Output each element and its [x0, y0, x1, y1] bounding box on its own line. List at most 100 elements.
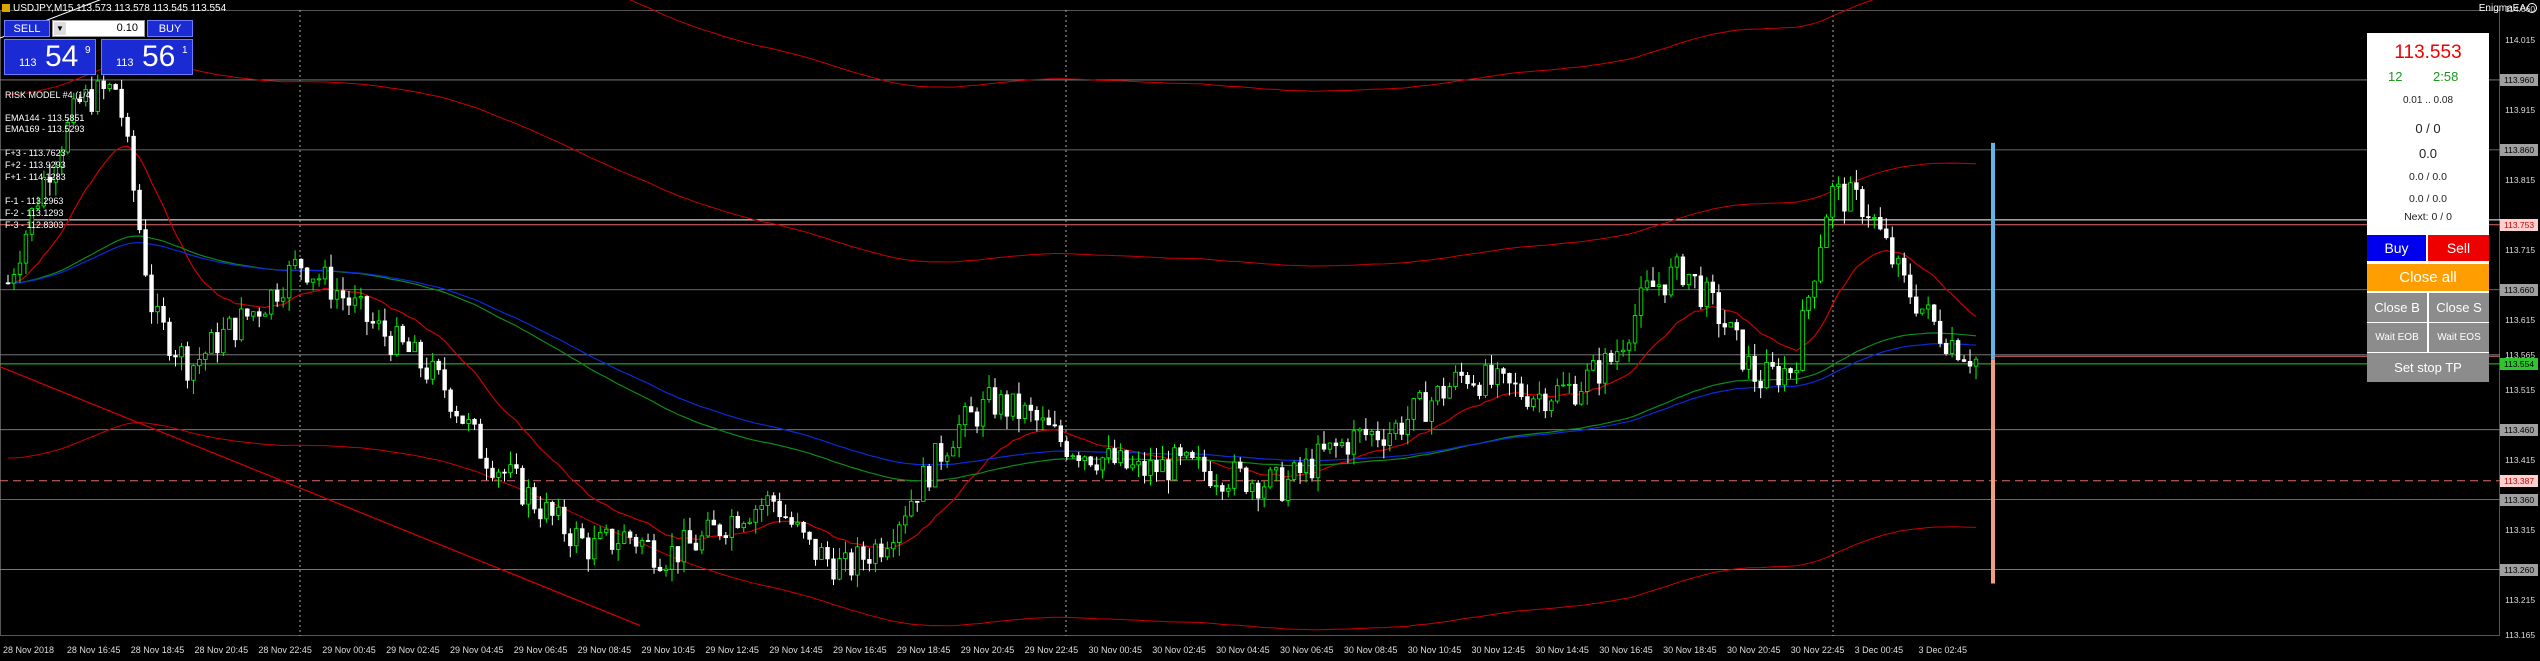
- dropdown-arrow-icon[interactable]: ▼: [54, 22, 66, 35]
- candle-body: [801, 522, 806, 533]
- candle-body: [1381, 439, 1387, 446]
- candle-body: [508, 464, 513, 474]
- candle-body: [376, 320, 382, 324]
- candle-body: [340, 290, 346, 299]
- panel-sell-button[interactable]: Sell: [2428, 235, 2489, 261]
- candle-body: [1034, 410, 1040, 421]
- price-axis-label: 113.360: [2500, 493, 2538, 506]
- candle-body: [633, 536, 639, 547]
- candle-body: [155, 306, 160, 313]
- candle-body: [1937, 320, 1943, 344]
- buy-price-button[interactable]: 113 56 1: [101, 39, 193, 75]
- candle-body: [1309, 458, 1315, 479]
- candle-body: [95, 80, 100, 112]
- price-axis-label: 113.415: [2505, 455, 2536, 466]
- candle-body: [406, 341, 411, 353]
- candle-body: [1148, 459, 1153, 476]
- time-axis-label: 29 Nov 04:45: [449, 645, 504, 655]
- candle-body: [227, 317, 232, 330]
- price-axis-label: 113.615: [2505, 315, 2536, 326]
- candle-body: [562, 506, 567, 535]
- price-axis-label: 114.060: [2505, 4, 2536, 14]
- candle-body: [639, 540, 645, 547]
- candle-body: [1411, 398, 1416, 420]
- candle-body: [1297, 462, 1303, 474]
- candle-body: [1501, 368, 1506, 374]
- candle-body: [1256, 482, 1261, 499]
- panel-buy-button[interactable]: Buy: [2367, 235, 2426, 261]
- candle-body: [1555, 385, 1560, 402]
- lower-envelope-line: [7, 422, 1977, 631]
- candle-body: [1279, 467, 1285, 501]
- candle-body: [711, 519, 717, 526]
- candle-body: [1441, 385, 1446, 399]
- candle-body: [1644, 280, 1650, 289]
- candle-body: [891, 542, 896, 550]
- candle-body: [137, 189, 142, 231]
- candle-body: [209, 332, 214, 354]
- time-axis-label: 28 Nov 2018: [3, 645, 55, 655]
- price-axis-label: 113.815: [2505, 175, 2536, 186]
- candle-body: [586, 537, 591, 560]
- candle-body: [795, 522, 800, 525]
- candle-body: [1902, 257, 1907, 276]
- close-buy-button[interactable]: Close B: [2367, 293, 2427, 322]
- candle-body: [1166, 459, 1171, 481]
- candle-body: [442, 369, 447, 391]
- candle-body: [460, 415, 465, 424]
- candle-body: [1686, 273, 1692, 286]
- candle-body: [592, 538, 597, 560]
- candle-body: [1908, 274, 1913, 298]
- candle-body: [316, 278, 322, 281]
- bid-pips: 54: [45, 40, 79, 73]
- time-axis-label: 30 Nov 04:45: [1216, 645, 1270, 655]
- candle-body: [897, 524, 902, 544]
- time-axis-label: 29 Nov 22:45: [1024, 645, 1079, 655]
- candle-body: [1423, 392, 1428, 422]
- candle-body: [1387, 433, 1392, 446]
- price-axis-label: 113.215: [2505, 595, 2536, 606]
- candle-body: [825, 547, 830, 560]
- candle-body: [394, 325, 400, 355]
- candle-body: [1004, 394, 1010, 417]
- ema144-label: EMA144 - 113.5851: [5, 113, 85, 123]
- sell-button[interactable]: SELL: [4, 20, 50, 37]
- candle-body: [263, 313, 268, 317]
- candle-body: [334, 290, 340, 300]
- wait-eos-button[interactable]: Wait EOS: [2429, 323, 2489, 352]
- time-axis-label: 28 Nov 22:45: [258, 645, 312, 655]
- candle-body: [1459, 371, 1464, 376]
- candle-body: [352, 297, 358, 306]
- candle-body: [418, 341, 423, 369]
- candle-body: [382, 320, 388, 337]
- set-stop-tp-button[interactable]: Set stop TP: [2367, 353, 2489, 382]
- candle-body: [125, 116, 130, 137]
- candle-body: [1961, 359, 1967, 362]
- price-axis-label: 113.554: [2500, 357, 2538, 370]
- candle-body: [603, 528, 609, 533]
- price-axis-label: 113.960: [2500, 73, 2538, 86]
- candle-body: [544, 502, 549, 520]
- price-axis-label: 113.860: [2500, 143, 2538, 156]
- candle-body: [1872, 217, 1877, 219]
- wait-eob-button[interactable]: Wait EOB: [2367, 323, 2427, 352]
- candle-body: [215, 332, 220, 354]
- candle-body: [1692, 273, 1698, 277]
- candle-body: [598, 531, 603, 539]
- time-axis-label: 29 Nov 12:45: [705, 645, 759, 655]
- price-chart[interactable]: [0, 0, 2540, 661]
- buy-button[interactable]: BUY: [147, 20, 193, 37]
- candle-body: [1734, 322, 1739, 331]
- close-all-button[interactable]: Close all: [2367, 264, 2489, 291]
- candle-body: [932, 443, 938, 488]
- sell-price-button[interactable]: 113 54 9: [4, 39, 96, 75]
- candle-body: [1429, 400, 1434, 422]
- lot-input[interactable]: ▼ 0.10: [52, 20, 145, 37]
- candle-body: [753, 509, 758, 523]
- candle-body: [1303, 458, 1309, 474]
- candle-body: [1453, 371, 1458, 387]
- candle-body: [1914, 296, 1919, 314]
- candle-body: [687, 530, 693, 544]
- candle-body: [609, 528, 615, 550]
- close-sell-button[interactable]: Close S: [2429, 293, 2489, 322]
